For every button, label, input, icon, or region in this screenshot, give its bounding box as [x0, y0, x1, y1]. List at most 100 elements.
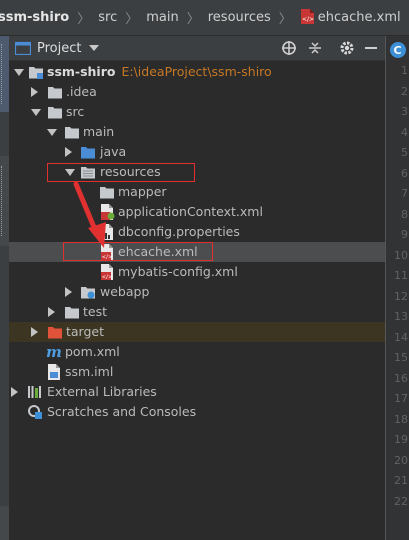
chevron-right-icon[interactable]	[65, 147, 72, 157]
iml-file-icon	[46, 364, 62, 380]
folder-icon	[47, 84, 63, 100]
tool-window-stripe	[0, 36, 9, 540]
line-number: 17	[394, 392, 408, 405]
tree-row-scratches[interactable]: Scratches and Consoles	[9, 402, 385, 422]
line-number: 1	[401, 64, 408, 77]
xml-file-icon: </>	[300, 9, 314, 24]
gear-icon[interactable]	[335, 36, 359, 60]
svg-text:</>: </>	[102, 275, 113, 281]
line-number: 2	[401, 84, 408, 98]
breadcrumb-separator: 〉	[186, 12, 200, 27]
minimize-icon[interactable]	[359, 36, 383, 60]
line-number: 4	[401, 125, 408, 139]
collapse-all-icon[interactable]	[303, 36, 327, 60]
line-number: 20	[394, 453, 408, 467]
line-number: 6	[401, 166, 408, 180]
tree-label-webapp: webapp	[100, 284, 150, 299]
line-number: 8	[401, 207, 408, 221]
tree-row-pom[interactable]: m pom.xml	[9, 342, 385, 362]
breadcrumb-project[interactable]: ssm-shiro	[0, 10, 69, 25]
project-view-title: Project	[37, 40, 82, 56]
folder-icon	[64, 124, 80, 140]
tree-label-scratches: Scratches and Consoles	[47, 404, 197, 419]
project-tool-tab[interactable]	[0, 36, 9, 112]
source-folder-icon	[80, 144, 96, 160]
tree-row-test[interactable]: test	[9, 302, 385, 322]
annotation-arrow	[73, 181, 106, 248]
chevron-right-icon[interactable]	[65, 287, 72, 297]
tree-label-project-root: ssm-shiro E:\ideaProject\ssm-shiro	[47, 62, 272, 82]
line-number: 7	[401, 187, 408, 200]
target-icon[interactable]	[277, 36, 301, 60]
favorites-tool-tab[interactable]	[0, 506, 9, 540]
tree-label-mapper: mapper	[118, 184, 167, 199]
tree-row-src[interactable]: src	[9, 102, 385, 122]
tree-row-idea[interactable]: .idea	[9, 82, 385, 102]
line-number: 19	[394, 433, 408, 446]
breadcrumb-src[interactable]: src	[98, 10, 117, 25]
chevron-right-icon[interactable]	[31, 327, 38, 337]
chevron-right-icon[interactable]	[31, 87, 38, 97]
xml-file-icon: </>	[99, 264, 115, 280]
breadcrumb-main[interactable]: main	[146, 10, 178, 25]
breadcrumb-ehcache[interactable]: ehcache.xml	[318, 10, 401, 25]
libraries-icon	[27, 384, 43, 400]
line-number: 13	[394, 310, 408, 323]
line-number: 11	[394, 269, 408, 282]
excluded-folder-icon	[47, 324, 63, 340]
chevron-right-icon[interactable]	[11, 387, 18, 397]
tree-label-pom: pom.xml	[65, 344, 120, 359]
line-number: 18	[394, 412, 408, 426]
tree-row-main[interactable]: main	[9, 122, 385, 142]
tree-row-project-root[interactable]: ssm-shiro E:\ideaProject\ssm-shiro	[9, 62, 385, 82]
tree-row-external-libraries[interactable]: External Libraries	[9, 382, 385, 402]
tree-label-main: main	[83, 124, 115, 139]
breadcrumb: ssm-shiro 〉 src 〉 main 〉 resources 〉 </>…	[0, 0, 409, 36]
scratches-icon	[27, 404, 43, 420]
tree-label-src: src	[66, 104, 85, 119]
project-tree: ssm-shiro E:\ideaProject\ssm-shiro .idea …	[9, 62, 385, 540]
line-number: 14	[394, 330, 408, 344]
tree-row-java[interactable]: java	[9, 142, 385, 162]
line-number: 15	[394, 351, 408, 364]
tree-label-external-libraries: External Libraries	[47, 384, 157, 399]
project-name: ssm-shiro	[47, 64, 116, 79]
tree-label-target: target	[66, 324, 105, 339]
chevron-down-icon	[89, 45, 100, 51]
breadcrumb-separator: 〉	[278, 12, 292, 27]
chevron-right-icon[interactable]	[48, 307, 55, 317]
line-number: 10	[394, 248, 408, 262]
line-number: 12	[394, 289, 408, 303]
tree-label-java: java	[100, 144, 127, 159]
project-toolbar: Project	[9, 36, 385, 61]
editor-gutter: C 1 2 3 4 5 6 7 8 9 10 11 12 13 14 15 16 17 18 19 20 21 22	[385, 36, 409, 540]
tree-row-webapp[interactable]: webapp	[9, 282, 385, 302]
chevron-down-icon[interactable]	[14, 69, 24, 76]
tree-label-idea: .idea	[66, 84, 97, 99]
chevron-down-icon[interactable]	[47, 129, 57, 136]
line-number: 9	[401, 228, 408, 241]
tree-label-mybatis-config: mybatis-config.xml	[118, 264, 238, 279]
breadcrumb-resources[interactable]: resources	[208, 10, 271, 25]
tree-label-test: test	[83, 304, 108, 319]
breadcrumb-separator: 〉	[125, 12, 139, 27]
class-tab-icon[interactable]: C	[388, 40, 408, 60]
svg-text:</>: </>	[302, 16, 314, 23]
svg-text:m: m	[46, 344, 62, 360]
structure-tool-tab[interactable]	[0, 156, 9, 246]
folder-icon	[47, 104, 63, 120]
line-number: 16	[394, 371, 408, 385]
tree-row-mybatis-config[interactable]: </> mybatis-config.xml	[9, 262, 385, 282]
breadcrumb-separator: 〉	[77, 12, 91, 27]
tree-label-dbconfig: dbconfig.properties	[118, 224, 240, 239]
tree-row-iml[interactable]: ssm.iml	[9, 362, 385, 382]
module-folder-icon	[28, 64, 44, 80]
web-folder-icon	[80, 284, 96, 300]
folder-icon	[64, 304, 80, 320]
chevron-down-icon[interactable]	[31, 109, 41, 116]
tree-row-target[interactable]: target	[9, 322, 385, 342]
line-number: 22	[394, 494, 408, 508]
project-view-selector[interactable]: Project	[15, 40, 100, 56]
svg-text:C: C	[394, 44, 402, 57]
maven-icon: m	[46, 344, 62, 360]
